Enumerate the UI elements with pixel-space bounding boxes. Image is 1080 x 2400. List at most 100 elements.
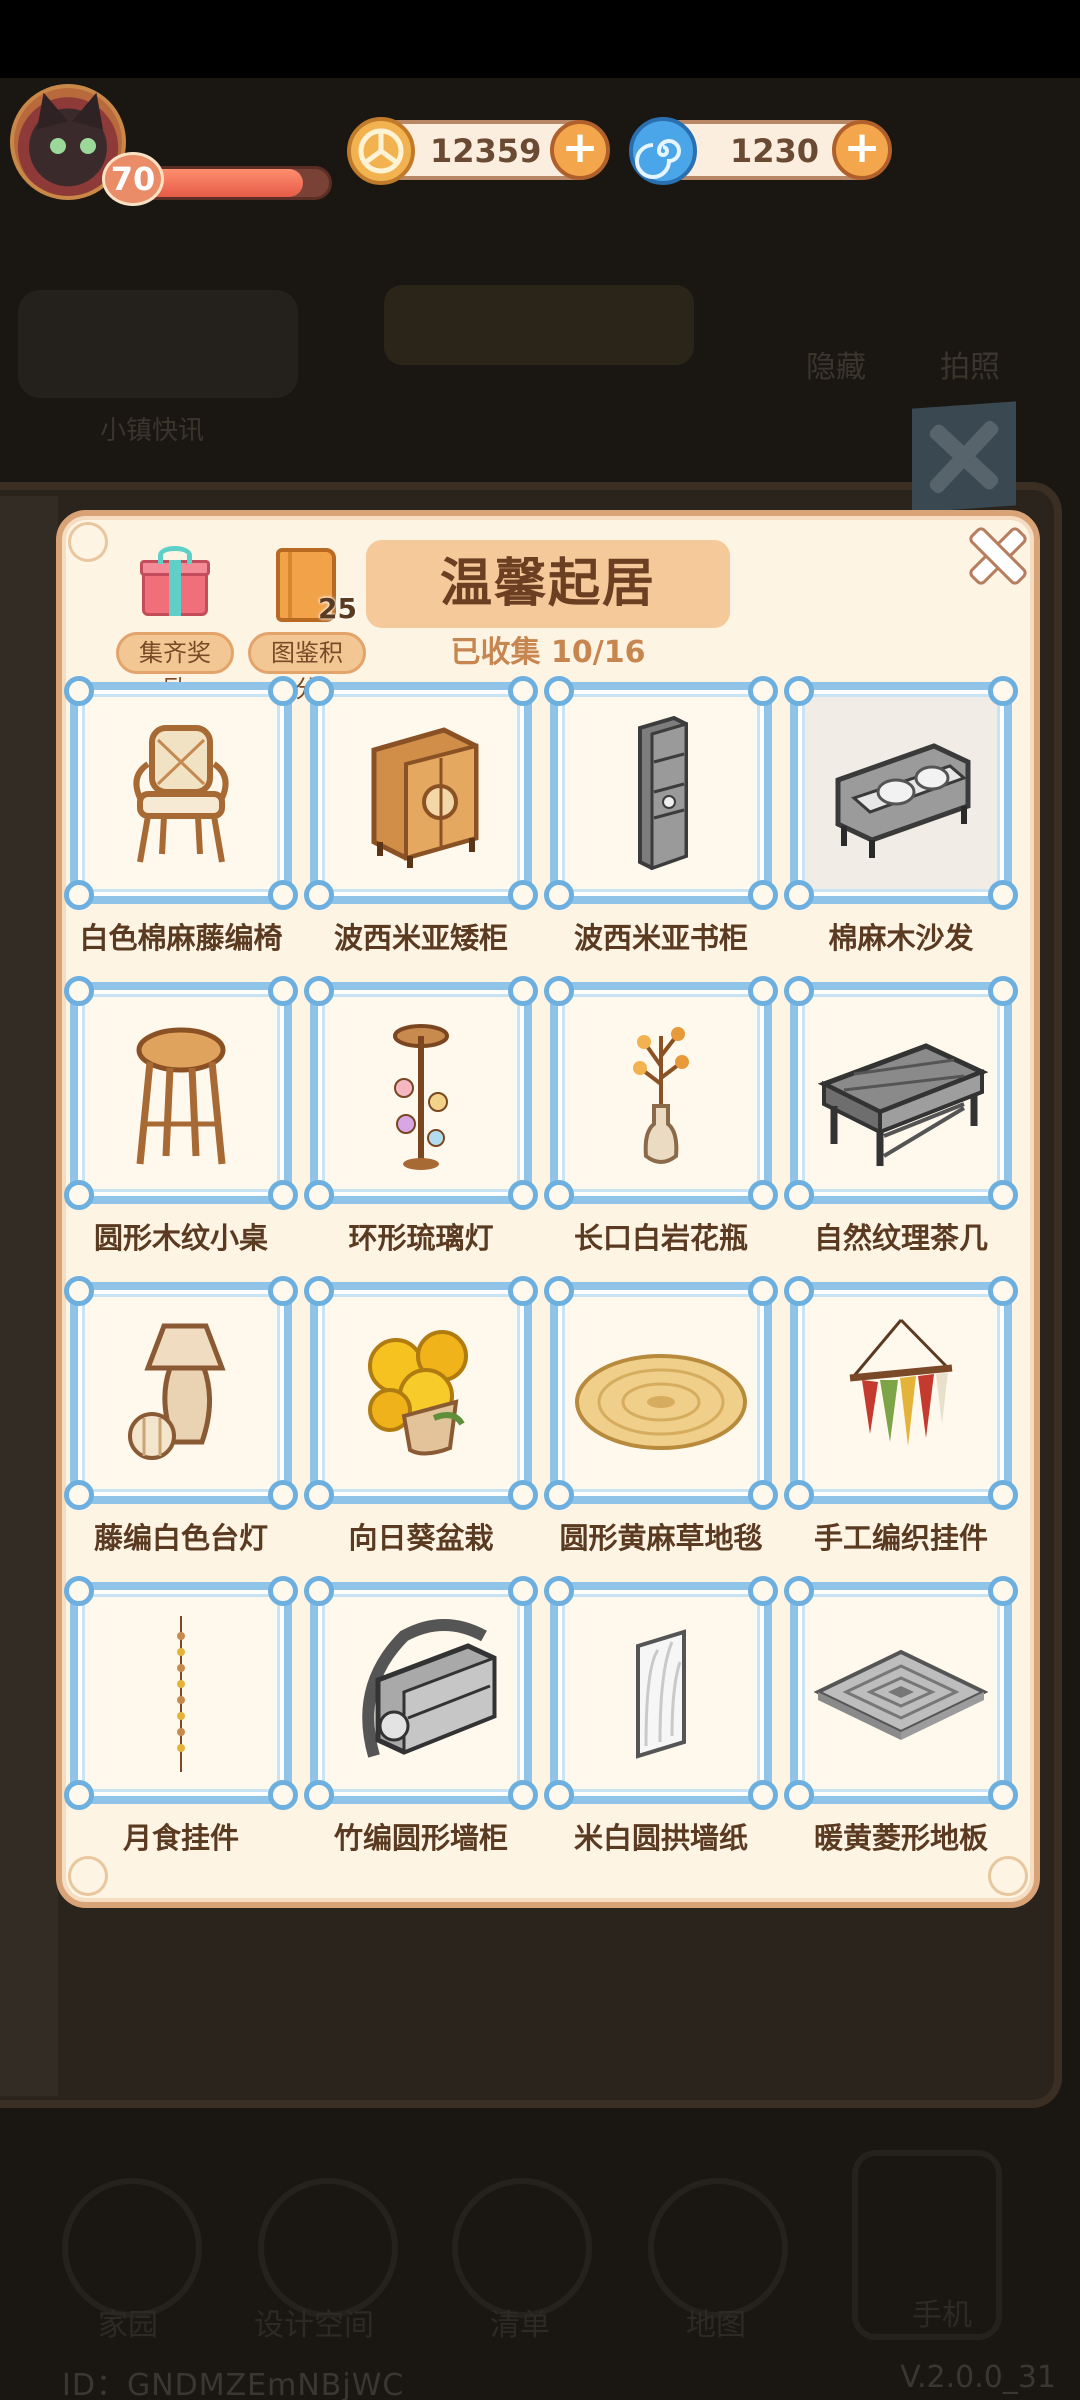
item-name: 圆形黄麻草地毯	[559, 1521, 763, 1555]
gold-currency: 12359 +	[347, 117, 610, 185]
avatar-ear-left	[28, 88, 68, 130]
item-cell[interactable]: 月食挂件	[64, 1576, 298, 1882]
item-frame	[784, 676, 1018, 910]
album-points-button[interactable]: 图鉴积分	[248, 632, 366, 703]
ribbon-bow-icon	[304, 1780, 334, 1810]
item-cell[interactable]: 暖黄菱形地板	[784, 1576, 1018, 1882]
ribbon-bow-icon	[784, 1180, 814, 1210]
sofa-icon	[835, 743, 971, 858]
ribbon-bow-icon	[544, 880, 574, 910]
ribbon-bow-icon	[988, 1780, 1018, 1810]
ribbon-bow-icon	[64, 880, 94, 910]
item-name: 米白圆拱墙纸	[573, 1821, 748, 1855]
add-gold-button[interactable]: +	[550, 120, 610, 180]
ribbon-bow-icon	[544, 1576, 574, 1606]
ribbon-bow-icon	[268, 1276, 298, 1306]
ribbon-bow-icon	[988, 880, 1018, 910]
gold-coin-icon	[347, 117, 415, 185]
ribbon-bow-icon	[508, 880, 538, 910]
item-name: 棉麻木沙发	[828, 921, 974, 955]
item-frame	[304, 1576, 538, 1810]
item-name: 向日葵盆栽	[348, 1521, 494, 1555]
ribbon-bow-icon	[508, 976, 538, 1006]
nav-phone-label: 手机	[912, 2298, 972, 2333]
ribbon-bow-icon	[268, 880, 298, 910]
item-name: 波西米亚矮柜	[333, 921, 508, 955]
item-cell[interactable]: 自然纹理茶几	[784, 976, 1018, 1282]
item-cell[interactable]: 米白圆拱墙纸	[544, 1576, 778, 1882]
ribbon-bow-icon	[64, 1576, 94, 1606]
ribbon-bow-icon	[748, 676, 778, 706]
bookcase-icon	[638, 715, 688, 871]
item-cell[interactable]: 向日葵盆栽	[304, 1276, 538, 1582]
ribbon-bow-icon	[268, 1576, 298, 1606]
item-frame	[304, 1276, 538, 1510]
item-name: 藤编白色台灯	[93, 1521, 268, 1555]
nav-list-label: 清单	[490, 2308, 550, 2343]
item-frame	[544, 976, 778, 1210]
ribbon-bow-icon	[268, 976, 298, 1006]
level-badge: 70	[102, 152, 164, 206]
ribbon-bow-icon	[544, 1780, 574, 1810]
gold-amount: 12359	[430, 132, 542, 170]
item-cell[interactable]: 手工编织挂件	[784, 1276, 1018, 1582]
ribbon-bow-icon	[988, 976, 1018, 1006]
item-cell[interactable]: 环形琉璃灯	[304, 976, 538, 1282]
item-frame	[304, 976, 538, 1210]
item-cell[interactable]: 波西米亚书柜	[544, 676, 778, 982]
ribbon-bow-icon	[784, 1480, 814, 1510]
ribbon-bow-icon	[268, 676, 298, 706]
ribbon-bow-icon	[988, 1480, 1018, 1510]
add-gem-button[interactable]: +	[832, 120, 892, 180]
item-cell[interactable]: 波西米亚矮柜	[304, 676, 538, 982]
item-name: 白色棉麻藤编椅	[79, 921, 283, 955]
item-frame	[64, 1276, 298, 1510]
sunflower-icon	[368, 1330, 468, 1456]
diamond-floor-icon	[814, 1649, 988, 1740]
vase-icon	[633, 1027, 689, 1164]
item-frame	[304, 676, 538, 910]
ribbon-bow-icon	[544, 1180, 574, 1210]
ribbon-bow-icon	[784, 1576, 814, 1606]
ribbon-bow-icon	[988, 1180, 1018, 1210]
ribbon-bow-icon	[64, 1480, 94, 1510]
player-id: ID：GNDMZEmNBjWC	[62, 2368, 405, 2400]
gem-amount: 1230	[730, 132, 820, 170]
ribbon-bow-icon	[544, 1480, 574, 1510]
ribbon-bow-icon	[784, 1276, 814, 1306]
ribbon-bow-icon	[508, 1180, 538, 1210]
item-frame	[784, 976, 1018, 1210]
item-cell[interactable]: 白色棉麻藤编椅	[64, 676, 298, 982]
ribbon-bow-icon	[988, 1576, 1018, 1606]
item-name: 月食挂件	[122, 1821, 239, 1855]
ribbon-bow-icon	[988, 676, 1018, 706]
item-cell[interactable]: 藤编白色台灯	[64, 1276, 298, 1582]
item-cell[interactable]: 圆形木纹小桌	[64, 976, 298, 1282]
gem-currency: 1230 +	[629, 117, 892, 185]
collect-reward-button[interactable]: 集齐奖励	[116, 632, 234, 703]
nav-design-icon	[258, 2178, 398, 2318]
item-cell[interactable]: 圆形黄麻草地毯	[544, 1276, 778, 1582]
nav-map-label: 地图	[686, 2308, 746, 2343]
item-cell[interactable]: 竹编圆形墙柜	[304, 1576, 538, 1882]
item-frame	[544, 676, 778, 910]
table-lamp-icon	[128, 1323, 226, 1460]
item-name: 自然纹理茶几	[813, 1221, 988, 1255]
item-cell[interactable]: 长口白岩花瓶	[544, 976, 778, 1282]
ribbon-bow-icon	[304, 1180, 334, 1210]
item-cell[interactable]: 棉麻木沙发	[784, 676, 1018, 982]
ribbon-bow-icon	[784, 880, 814, 910]
gift-icon[interactable]	[140, 546, 210, 616]
book-points-count: 25	[318, 592, 357, 625]
ribbon-bow-icon	[508, 1576, 538, 1606]
item-frame	[784, 1576, 1018, 1810]
ribbon-bow-icon	[748, 880, 778, 910]
wall-cabinet-icon	[362, 1619, 497, 1758]
version-label: V.2.0.0_31	[900, 2360, 1056, 2395]
background-center-banner	[384, 285, 694, 365]
close-button[interactable]	[964, 522, 1026, 584]
ribbon-bow-icon	[268, 1480, 298, 1510]
ribbon-bow-icon	[304, 1480, 334, 1510]
item-name: 手工编织挂件	[813, 1521, 988, 1555]
round-rug-icon	[575, 1354, 747, 1450]
